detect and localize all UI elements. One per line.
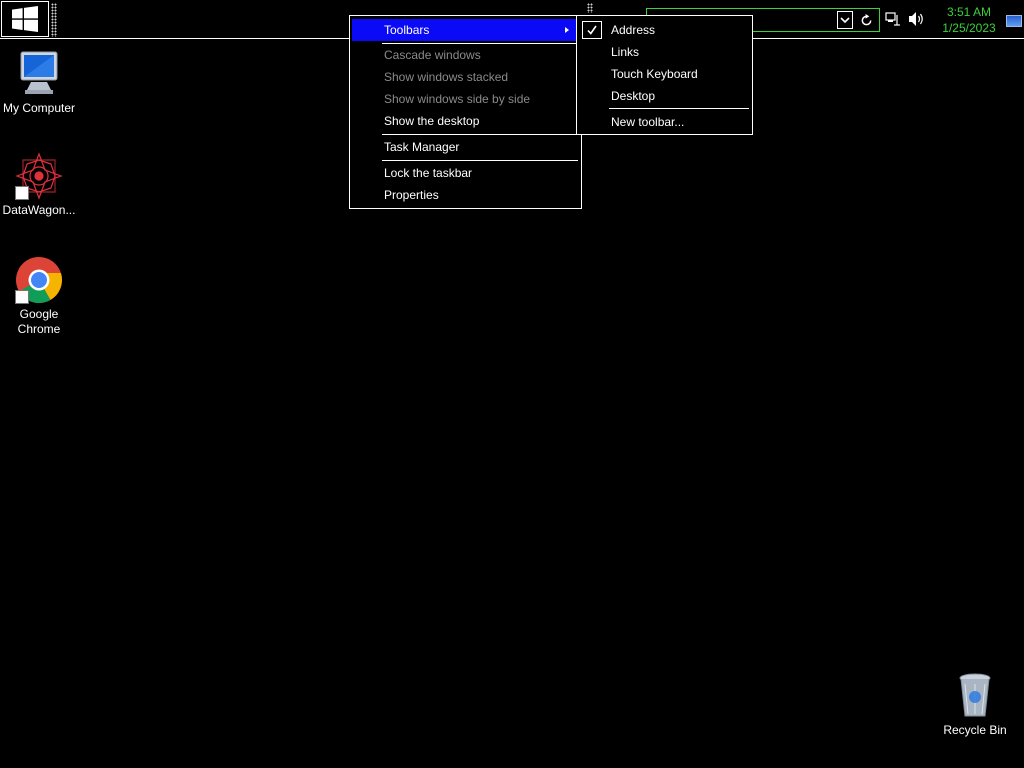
menu-separator: [609, 108, 749, 109]
submenu-arrow-icon: [565, 27, 569, 33]
address-dropdown-button[interactable]: [837, 11, 853, 29]
taskbar-context-menu: Toolbars Cascade windows Show windows st…: [349, 15, 582, 209]
submenu-item-label: New toolbar...: [611, 115, 685, 129]
desktop-icon-google-chrome[interactable]: Google Chrome: [0, 256, 78, 337]
menu-item-label: Properties: [384, 188, 439, 202]
submenu-item-touch-keyboard[interactable]: Touch Keyboard: [579, 63, 750, 85]
menu-item-label: Toolbars: [384, 23, 430, 37]
menu-item-cascade-windows[interactable]: Cascade windows: [352, 44, 579, 66]
menu-item-label: Show the desktop: [384, 114, 480, 128]
clock-date: 1/25/2023: [942, 21, 996, 35]
menu-item-label: Show windows stacked: [384, 70, 509, 84]
submenu-item-label: Touch Keyboard: [611, 67, 698, 81]
submenu-item-label: Address: [611, 23, 656, 37]
volume-tray-button[interactable]: [908, 11, 926, 27]
menu-item-show-windows-side-by-side[interactable]: Show windows side by side: [352, 88, 579, 110]
menu-item-show-the-desktop[interactable]: Show the desktop: [352, 110, 579, 132]
desktop-icon-label: Recycle Bin: [943, 723, 1007, 737]
menu-separator: [382, 160, 578, 161]
submenu-item-desktop[interactable]: Desktop: [579, 85, 750, 107]
desktop-icon-label: DataWagon...: [2, 203, 76, 217]
desktop-icon-label: Google Chrome: [17, 307, 61, 336]
shortcut-arrow-icon: [15, 186, 29, 200]
windows-logo-icon: [12, 6, 38, 32]
menu-separator: [382, 134, 578, 135]
desktop-icon-datawagon[interactable]: DataWagon...: [0, 152, 78, 218]
menu-item-toolbars[interactable]: Toolbars: [352, 19, 579, 41]
desktop-icon-my-computer[interactable]: My Computer: [0, 50, 78, 116]
menu-item-show-windows-stacked[interactable]: Show windows stacked: [352, 66, 579, 88]
start-button[interactable]: [1, 1, 49, 37]
desktop-screen: 3:51 AM 1/25/2023 My Computer DataWagon.…: [0, 0, 1024, 768]
volume-icon: [909, 12, 923, 26]
menu-item-task-manager[interactable]: Task Manager: [352, 136, 579, 158]
toolbars-submenu: Address Links Touch Keyboard Desktop New…: [576, 15, 753, 135]
network-icon: [885, 12, 900, 26]
submenu-item-label: Links: [611, 45, 640, 59]
network-tray-button[interactable]: [884, 11, 902, 27]
address-refresh-button[interactable]: [857, 11, 875, 29]
menu-item-label: Show windows side by side: [384, 92, 531, 106]
shortcut-arrow-icon: [15, 290, 29, 304]
taskbar-grip[interactable]: [51, 3, 57, 37]
desktop-icon-recycle-bin[interactable]: Recycle Bin: [936, 672, 1014, 738]
menu-item-properties[interactable]: Properties: [352, 184, 579, 206]
refresh-icon: [861, 13, 871, 25]
chevron-down-icon: [840, 17, 850, 24]
submenu-item-address[interactable]: Address: [579, 19, 750, 41]
taskbar-clock[interactable]: 3:51 AM 1/25/2023: [938, 4, 1000, 36]
show-desktop-button[interactable]: [1006, 15, 1022, 27]
datawagon-icon: [15, 152, 63, 200]
desktop-icon-label: My Computer: [2, 101, 76, 115]
menu-item-lock-the-taskbar[interactable]: Lock the taskbar: [352, 162, 579, 184]
toolbar-grip[interactable]: [587, 3, 593, 13]
submenu-item-new-toolbar[interactable]: New toolbar...: [579, 111, 750, 133]
menu-item-label: Task Manager: [384, 140, 460, 154]
menu-item-label: Cascade windows: [384, 48, 481, 62]
menu-item-label: Lock the taskbar: [384, 166, 473, 180]
chrome-icon: [15, 256, 63, 304]
submenu-item-links[interactable]: Links: [579, 41, 750, 63]
computer-icon: [15, 50, 63, 98]
recycle-bin-icon: [951, 672, 999, 720]
clock-time: 3:51 AM: [946, 5, 992, 19]
checkmark-icon: [582, 21, 602, 39]
submenu-item-label: Desktop: [611, 89, 656, 103]
